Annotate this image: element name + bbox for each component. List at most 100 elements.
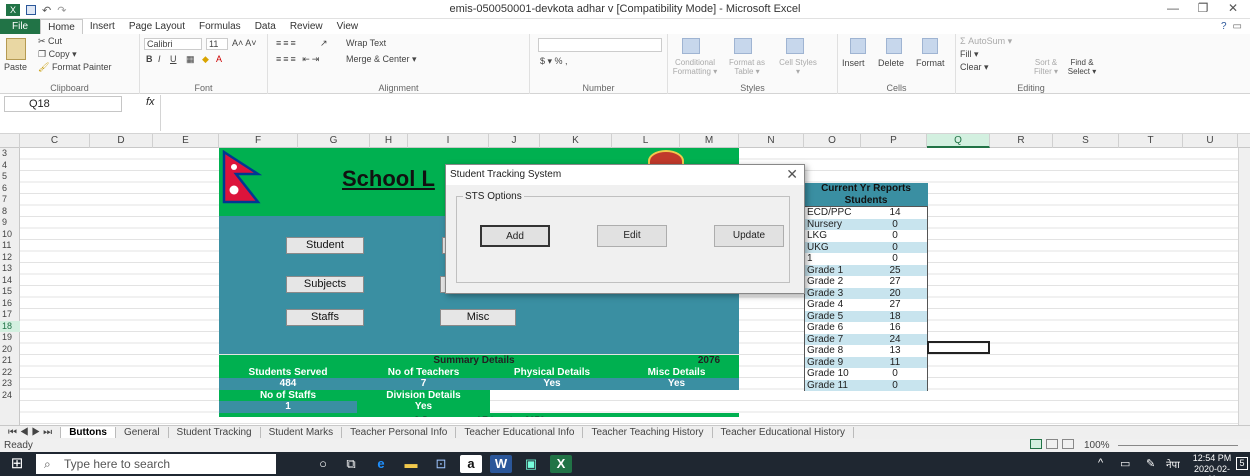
border-icon[interactable]: ▦	[186, 54, 195, 65]
column-header[interactable]: E	[153, 134, 219, 148]
cut-button[interactable]: ✂ Cut	[38, 36, 62, 47]
amazon-icon[interactable]: a	[460, 455, 482, 473]
sheet-tab-teacher-teaching-history[interactable]: Teacher Teaching History	[583, 427, 713, 438]
delete-cells-icon[interactable]	[886, 38, 902, 54]
misc-button[interactable]: Misc	[440, 309, 516, 326]
format-table-button[interactable]: Format as Table ▾	[722, 58, 772, 76]
page-break-view-icon[interactable]	[1062, 439, 1074, 449]
font-size-select[interactable]: 11	[206, 38, 228, 50]
zoom-level[interactable]: 100%	[1084, 439, 1110, 452]
row-header-selected[interactable]: 18	[0, 320, 20, 332]
delete-button[interactable]: Delete	[878, 58, 904, 68]
edge-icon[interactable]: e	[370, 455, 392, 473]
help-icon[interactable]: ?	[1221, 21, 1227, 32]
number-format-select[interactable]	[538, 38, 662, 52]
font-color-icon[interactable]: A	[216, 54, 222, 64]
sheet-tab-general[interactable]: General	[116, 427, 169, 438]
dialog-close-icon[interactable]: ✕	[786, 166, 798, 183]
select-all-corner[interactable]	[0, 134, 20, 148]
pen-icon[interactable]: ✎	[1146, 457, 1155, 470]
clear-button[interactable]: Clear ▾	[960, 62, 989, 73]
row-header[interactable]: 16	[0, 298, 20, 310]
row-header[interactable]: 3	[0, 148, 20, 160]
merge-center-button[interactable]: Merge & Center ▾	[346, 54, 417, 65]
sheet-tab-teacher-personal-info[interactable]: Teacher Personal Info	[342, 427, 457, 438]
word-icon[interactable]: W	[490, 455, 512, 473]
app-icon[interactable]: ▣	[520, 455, 542, 473]
row-header[interactable]: 8	[0, 206, 20, 218]
sheet-nav-icons[interactable]: ⏮ ◀ ▶ ⏭	[0, 427, 62, 438]
sheet-tab-teacher-educational-info[interactable]: Teacher Educational Info	[456, 427, 584, 438]
column-header[interactable]: C	[20, 134, 90, 148]
sort-filter-button[interactable]: Sort & Filter ▾	[1028, 58, 1064, 76]
taskbar-search[interactable]: Type here to search	[36, 454, 276, 474]
row-header[interactable]: 13	[0, 263, 20, 275]
sheet-tab-student-tracking[interactable]: Student Tracking	[169, 427, 261, 438]
clock-date[interactable]: 2020-02-11	[1190, 464, 1234, 476]
column-header[interactable]: U	[1183, 134, 1238, 148]
windows-start-icon[interactable]: ⊞	[6, 455, 28, 473]
row-header[interactable]: 9	[0, 217, 20, 229]
cell-styles-icon[interactable]	[786, 38, 804, 54]
format-cells-icon[interactable]	[922, 38, 938, 54]
notification-badge[interactable]: 5	[1236, 457, 1248, 470]
active-cell-q18[interactable]	[927, 341, 990, 354]
staffs-button[interactable]: Staffs	[286, 309, 364, 326]
tab-formulas[interactable]: Formulas	[192, 19, 248, 34]
paste-button[interactable]: Paste	[4, 62, 27, 72]
conditional-formatting-button[interactable]: Conditional Formatting ▾	[670, 58, 720, 76]
row-header[interactable]: 10	[0, 229, 20, 241]
row-header[interactable]: 4	[0, 160, 20, 172]
row-header[interactable]: 21	[0, 355, 20, 367]
student-button[interactable]: Student	[286, 237, 364, 254]
row-header[interactable]: 19	[0, 332, 20, 344]
vertical-scrollbar[interactable]	[1238, 148, 1250, 425]
network-icon[interactable]: ▭	[1120, 457, 1130, 470]
tab-page-layout[interactable]: Page Layout	[122, 19, 192, 34]
tab-data[interactable]: Data	[248, 19, 283, 34]
fill-button[interactable]: Fill ▾	[960, 49, 979, 60]
format-button[interactable]: Format	[916, 58, 945, 68]
row-header[interactable]: 23	[0, 378, 20, 390]
row-header[interactable]: 22	[0, 367, 20, 379]
row-header[interactable]: 5	[0, 171, 20, 183]
insert-cells-icon[interactable]	[850, 38, 866, 54]
row-header[interactable]: 7	[0, 194, 20, 206]
name-box[interactable]: Q18	[4, 96, 122, 112]
underline-icon[interactable]: U	[170, 54, 177, 64]
column-header[interactable]: K	[540, 134, 612, 148]
page-layout-view-icon[interactable]	[1046, 439, 1058, 449]
close-button[interactable]: ✕	[1220, 1, 1246, 18]
sheet-tab-student-marks[interactable]: Student Marks	[261, 427, 343, 438]
zoom-slider[interactable]	[1118, 445, 1238, 446]
column-header[interactable]: R	[990, 134, 1053, 148]
excel-taskbar-icon[interactable]: X	[550, 455, 572, 473]
formula-input[interactable]	[160, 95, 1240, 131]
fill-color-icon[interactable]: ◆	[202, 54, 209, 65]
insert-button[interactable]: Insert	[842, 58, 865, 68]
row-header[interactable]: 17	[0, 309, 20, 321]
tab-insert[interactable]: Insert	[83, 19, 122, 34]
wrap-text-button[interactable]: Wrap Text	[346, 38, 386, 48]
row-header[interactable]: 11	[0, 240, 20, 252]
restore-button[interactable]: ❐	[1190, 1, 1216, 18]
column-header[interactable]: P	[861, 134, 927, 148]
row-header[interactable]: 14	[0, 275, 20, 287]
orientation-icon[interactable]: ↗	[320, 38, 328, 49]
paste-icon[interactable]	[6, 38, 26, 60]
find-select-button[interactable]: Find & Select ▾	[1064, 58, 1100, 76]
horizontal-align-icons[interactable]: ≡≡≡ ⇤⇥	[276, 54, 321, 65]
column-header-selected[interactable]: Q	[927, 134, 990, 148]
redo-icon[interactable]: ↷	[57, 4, 66, 17]
row-header[interactable]: 15	[0, 286, 20, 298]
column-header[interactable]: S	[1053, 134, 1119, 148]
tab-view[interactable]: View	[330, 19, 366, 34]
language-indicator[interactable]: नेपा	[1166, 457, 1180, 471]
normal-view-icon[interactable]	[1030, 439, 1042, 449]
task-view-icon[interactable]: ⧉	[340, 455, 362, 473]
sheet-tab-teacher-educational-history[interactable]: Teacher Educational History	[713, 427, 855, 438]
row-header[interactable]: 6	[0, 183, 20, 195]
format-painter-button[interactable]: 🖌 Format Painter	[38, 62, 111, 73]
row-header[interactable]: 24	[0, 390, 20, 402]
autosum-button[interactable]: Σ AutoSum ▾	[960, 36, 1012, 47]
